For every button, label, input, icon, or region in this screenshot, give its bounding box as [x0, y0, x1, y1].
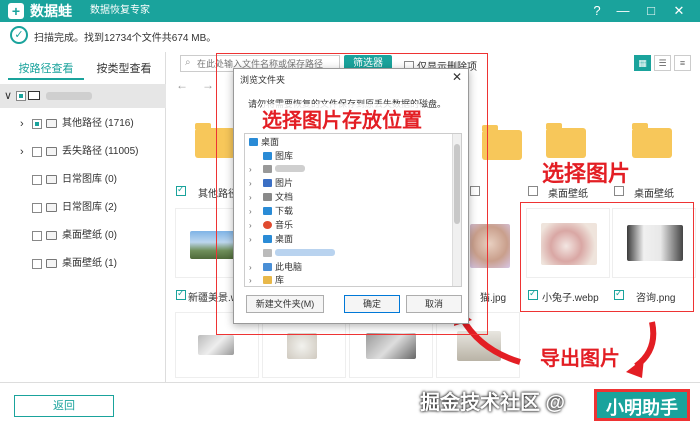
arrow-to-export: [634, 321, 657, 369]
tree-item-daily-gallery-0[interactable]: 日常图库 (0): [0, 168, 166, 192]
image-tile-checkbox[interactable]: [176, 288, 186, 300]
tree-item-label: 日常图库 (2): [62, 202, 117, 213]
redacted-drive-name: [46, 92, 92, 100]
tree-item-lost-paths[interactable]: › 丢失路径 (11005): [0, 140, 166, 164]
tree-item-daily-gallery-2[interactable]: 日常图库 (2): [0, 196, 166, 220]
tree-item-checkbox[interactable]: [32, 259, 42, 269]
help-button[interactable]: ?: [588, 2, 606, 20]
arrow-head-export: [626, 358, 644, 378]
detail-view-icon[interactable]: ≡: [674, 55, 691, 71]
tree-root-drive[interactable]: ∨: [0, 84, 166, 108]
folder-icon: [546, 123, 586, 158]
chevron-down-icon[interactable]: ∨: [4, 89, 12, 103]
bottom-bar: 返回 小明助手: [0, 382, 700, 426]
folder-tile-checkbox[interactable]: [176, 184, 186, 196]
grid-view-icon[interactable]: ▦: [634, 55, 651, 71]
folder-tile-checkbox[interactable]: [528, 186, 538, 196]
selection-highlight-box: [520, 202, 694, 312]
tab-by-type[interactable]: 按类型查看: [88, 58, 160, 80]
flowers-thumbnail: [287, 333, 317, 359]
watermark-text: 掘金技术社区 @: [420, 392, 566, 414]
folder-icon: [46, 259, 57, 268]
tree-item-label: 丢失路径 (11005): [62, 146, 139, 157]
scan-status-bar: ✓ 扫描完成。找到12734个文件共674 MB。: [0, 22, 700, 48]
select-images-hint: 选择图片: [542, 161, 631, 186]
app-subtitle: 数据恢复专家: [90, 5, 150, 16]
arrow-right-icon[interactable]: →: [202, 78, 214, 92]
tree-item-checkbox[interactable]: [32, 175, 42, 185]
scan-status-text: 扫描完成。找到12734个文件共674 MB。: [34, 33, 217, 44]
folder-icon: [46, 231, 57, 240]
arrow-left-icon[interactable]: ←: [176, 78, 188, 92]
root-checkbox[interactable]: [16, 91, 26, 101]
tree-item-checkbox[interactable]: [32, 147, 42, 157]
folder-icon: [632, 123, 672, 158]
tree-item-label: 日常图库 (0): [62, 174, 117, 185]
sidebar: 按路径查看 按类型查看 ∨ › 其他路径 (1716) › 丢失路径 (1100…: [0, 52, 166, 382]
chevron-right-icon[interactable]: ›: [20, 117, 24, 131]
folder-icon: [482, 125, 522, 160]
title-bar: + 数据蛙 数据恢复专家 ? — □ ✕: [0, 0, 700, 22]
tree-item-checkbox[interactable]: [32, 203, 42, 213]
folder-tile-label: 桌面壁纸: [634, 189, 674, 200]
keys-thumbnail: [198, 335, 234, 355]
tree-item-wallpaper-1[interactable]: 桌面壁纸 (1): [0, 252, 166, 276]
check-circle-icon: ✓: [10, 26, 28, 44]
chevron-right-icon[interactable]: ›: [20, 145, 24, 159]
folder-icon: [46, 175, 57, 184]
folder-icon: [46, 147, 57, 156]
close-button[interactable]: ✕: [670, 2, 688, 20]
computer-icon: [28, 91, 40, 100]
choose-location-hint: 选择图片存放位置: [262, 104, 422, 133]
tree-item-label: 其他路径 (1716): [62, 118, 134, 129]
tree-item-label: 桌面壁纸 (1): [62, 258, 117, 269]
folder-icon: [46, 203, 57, 212]
dialog-highlight-box: [216, 53, 488, 335]
folder-icon: [46, 119, 57, 128]
app-logo-icon: +: [8, 3, 24, 19]
export-button[interactable]: 小明助手: [594, 389, 690, 421]
list-view-icon[interactable]: ☰: [654, 55, 671, 71]
search-icon: ⌕: [185, 57, 191, 68]
app-name: 数据蛙: [30, 3, 72, 19]
tree-item-other-paths[interactable]: › 其他路径 (1716): [0, 112, 166, 136]
laptop-thumbnail: [366, 333, 416, 359]
tree-item-label: 桌面壁纸 (0): [62, 230, 117, 241]
tree-item-checkbox[interactable]: [32, 231, 42, 241]
back-button[interactable]: 返回: [14, 395, 114, 417]
restore-button[interactable]: □: [642, 2, 660, 20]
tree-item-wallpaper-0[interactable]: 桌面壁纸 (0): [0, 224, 166, 248]
tree-item-checkbox[interactable]: [32, 119, 42, 129]
tab-by-path[interactable]: 按路径查看: [8, 58, 84, 80]
minimize-button[interactable]: —: [614, 2, 632, 20]
